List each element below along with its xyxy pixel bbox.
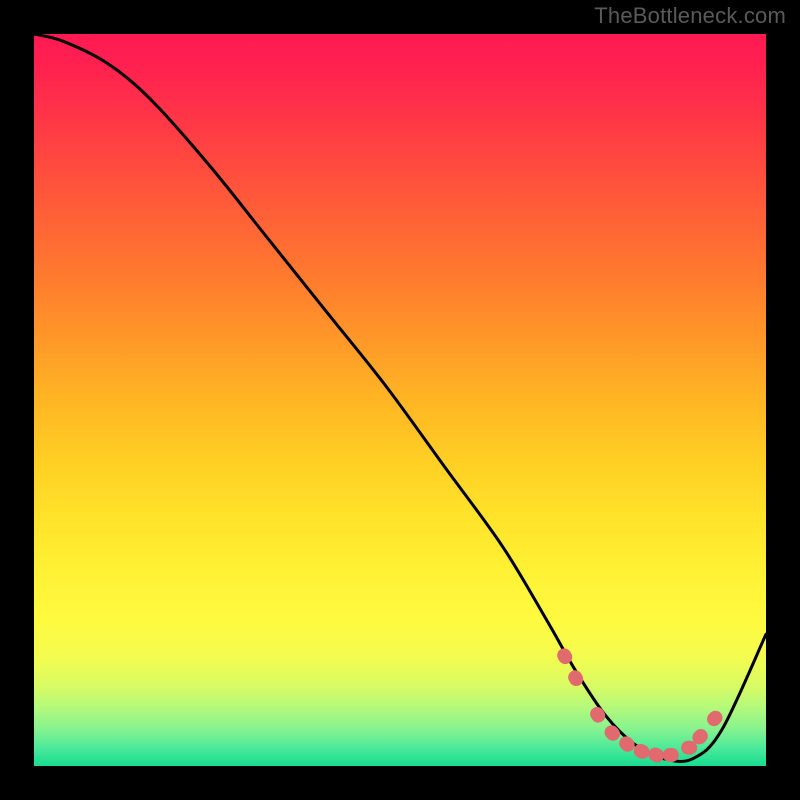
gradient-background	[34, 34, 766, 766]
curve-marker	[681, 741, 697, 755]
chart-svg	[34, 34, 766, 766]
watermark-label: TheBottleneck.com	[594, 3, 786, 29]
chart-frame: TheBottleneck.com	[0, 0, 800, 800]
plot-area	[34, 34, 766, 766]
curve-marker	[663, 748, 679, 762]
